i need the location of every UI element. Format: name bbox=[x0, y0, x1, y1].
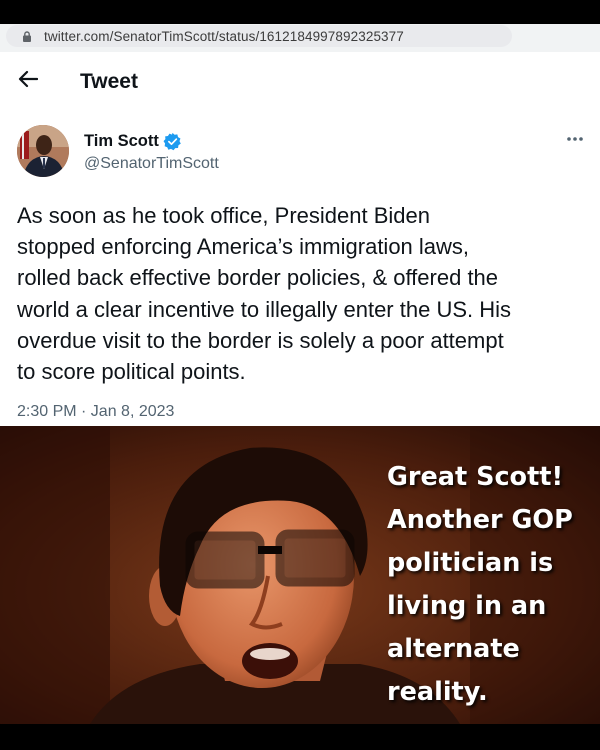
tweet-text-line: world a clear incentive to illegally ent… bbox=[17, 296, 512, 322]
tweet-text-line: stopped enforcing America’s immigration … bbox=[17, 234, 470, 260]
tweet-header: Tweet bbox=[0, 52, 600, 108]
caption-line: alternate bbox=[387, 634, 520, 664]
author-name-row: Tim Scott bbox=[84, 132, 182, 151]
tweet-text-line: As soon as he took office, President Bid… bbox=[17, 203, 430, 228]
caption-line: politician is bbox=[387, 548, 554, 578]
bottom-black-bar bbox=[0, 724, 600, 750]
top-black-bar bbox=[0, 0, 600, 24]
tweet-text-line: overdue visit to the border is solely a … bbox=[17, 327, 504, 353]
arrow-left-icon[interactable] bbox=[18, 70, 38, 88]
page-title: Tweet bbox=[80, 70, 138, 93]
meme-image: Great Scott! Another GOP politician is l… bbox=[0, 426, 600, 724]
tweet-card: Tweet Tim Scott @SenatorTimScott As soon… bbox=[0, 52, 600, 426]
author-handle[interactable]: @SenatorTimScott bbox=[84, 155, 219, 173]
caption-line: living in an bbox=[387, 591, 547, 621]
author-name[interactable]: Tim Scott bbox=[84, 132, 159, 151]
url-text: twitter.com/SenatorTimScott/status/16121… bbox=[44, 29, 404, 44]
tweet-timestamp[interactable]: 2:30 PM · Jan 8, 2023 bbox=[17, 403, 174, 421]
more-horizontal-icon[interactable] bbox=[565, 132, 585, 146]
tweet-text-line: rolled back effective border policies, &… bbox=[17, 265, 499, 291]
browser-address-bar: twitter.com/SenatorTimScott/status/16121… bbox=[0, 24, 600, 52]
url-field[interactable]: twitter.com/SenatorTimScott/status/16121… bbox=[6, 25, 512, 47]
avatar[interactable] bbox=[17, 125, 69, 177]
tweet-text-line: to score political points. bbox=[17, 359, 246, 385]
tweet-text: As soon as he took office, President Bid… bbox=[17, 200, 592, 387]
lock-icon bbox=[23, 31, 31, 42]
avatar-image bbox=[17, 125, 69, 177]
caption-line: reality. bbox=[387, 677, 488, 707]
meme-caption: Great Scott! Another GOP politician is l… bbox=[387, 456, 597, 714]
verified-badge-icon bbox=[163, 132, 181, 151]
caption-line: Great Scott! bbox=[387, 462, 564, 492]
caption-line: Another GOP bbox=[387, 505, 573, 535]
